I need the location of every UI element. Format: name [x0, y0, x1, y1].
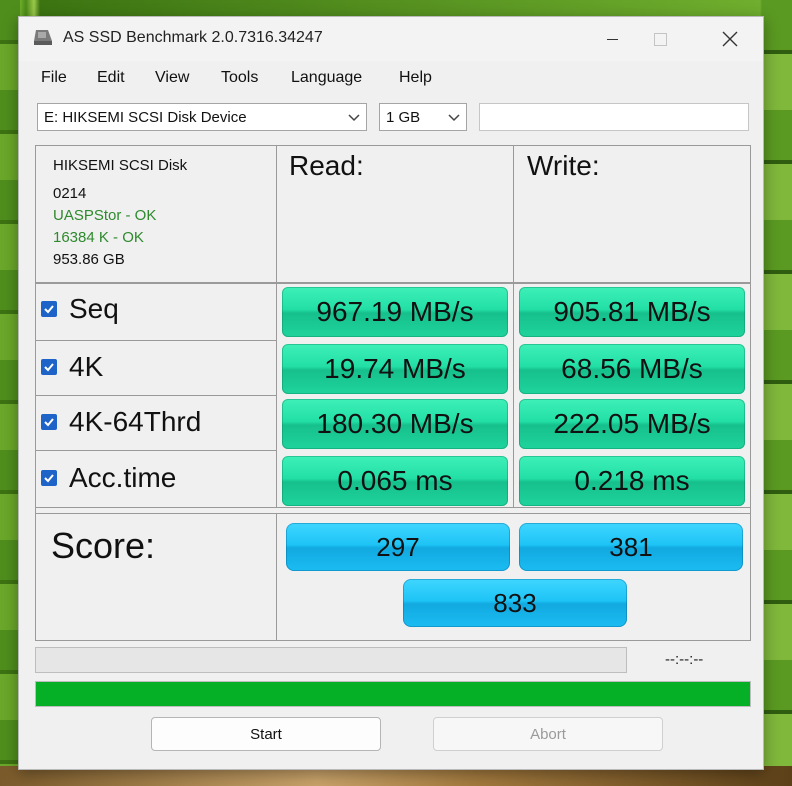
acc-time-read-result: 0.065 ms — [282, 456, 508, 506]
seq-read-result: 967.19 MB/s — [282, 287, 508, 337]
background-bamboo-left — [0, 0, 20, 786]
test-acc-time: Acc.time — [41, 462, 176, 494]
write-score: 381 — [519, 523, 743, 571]
start-button[interactable]: Start — [151, 717, 381, 751]
4k-write-result: 68.56 MB/s — [519, 344, 745, 394]
abort-button[interactable]: Abort — [433, 717, 663, 751]
close-icon — [722, 31, 738, 47]
size-select-value: 1 GB — [386, 109, 421, 126]
size-select[interactable]: 1 GB — [379, 103, 467, 131]
disk-app-icon — [34, 30, 52, 45]
acc-time-write-result: 0.218 ms — [519, 456, 745, 506]
minimize-button[interactable] — [589, 25, 635, 53]
menu-edit[interactable]: Edit — [97, 69, 125, 87]
read-header: Read: — [289, 150, 364, 181]
4k-64thrd-read-result: 180.30 MB/s — [282, 399, 508, 449]
test-4k: 4K — [41, 351, 103, 383]
disk-capacity: 953.86 GB — [53, 251, 125, 268]
checkmark-icon — [44, 363, 54, 372]
menu-file[interactable]: File — [41, 69, 67, 87]
4k-read-result: 19.74 MB/s — [282, 344, 508, 394]
disk-name: HIKSEMI SCSI Disk — [53, 157, 188, 174]
drive-select-value: E: HIKSEMI SCSI Disk Device — [44, 109, 247, 126]
checkmark-icon — [44, 305, 54, 314]
disk-firmware: 0214 — [53, 185, 87, 202]
4k-64thrd-checkbox[interactable] — [41, 414, 57, 430]
drive-select[interactable]: E: HIKSEMI SCSI Disk Device — [37, 103, 367, 131]
4k-label: 4K — [69, 351, 104, 382]
chevron-down-icon — [448, 114, 460, 122]
test-seq: Seq — [41, 293, 119, 325]
close-button[interactable] — [707, 25, 753, 53]
info-textbox[interactable] — [479, 103, 749, 131]
window-title: AS SSD Benchmark 2.0.7316.34247 — [63, 29, 323, 46]
checkmark-icon — [44, 474, 54, 483]
4k-64thrd-label: 4K-64Thrd — [69, 406, 202, 437]
disk-alignment-status: 16384 K - OK — [53, 229, 144, 246]
maximize-icon — [653, 32, 667, 46]
menu-tools[interactable]: Tools — [221, 69, 258, 87]
test-progress-bar — [35, 647, 627, 673]
maximize-button[interactable] — [637, 25, 683, 53]
chevron-down-icon — [348, 114, 360, 122]
menu-language[interactable]: Language — [291, 69, 362, 87]
overall-progress-bar — [35, 681, 751, 707]
menu-help[interactable]: Help — [399, 69, 432, 87]
overall-progress-fill — [36, 682, 750, 706]
disk-driver-status: UASPStor - OK — [53, 207, 157, 224]
checkmark-icon — [44, 418, 54, 427]
write-header: Write: — [527, 150, 600, 181]
minimize-icon — [606, 38, 618, 40]
acc-time-label: Acc.time — [69, 462, 177, 493]
4k-64thrd-write-result: 222.05 MB/s — [519, 399, 745, 449]
test-4k-64thrd: 4K-64Thrd — [41, 406, 201, 438]
read-score: 297 — [286, 523, 510, 571]
menu-bar: File Edit View Tools Language Help — [19, 61, 763, 91]
background-bamboo-right — [762, 0, 792, 786]
elapsed-time: --:--:-- — [665, 651, 704, 668]
app-window: AS SSD Benchmark 2.0.7316.34247 File Edi… — [18, 16, 764, 770]
disk-info: HIKSEMI SCSI Disk 0214 UASPStor - OK 163… — [53, 155, 187, 271]
seq-checkbox[interactable] — [41, 301, 57, 317]
title-bar[interactable]: AS SSD Benchmark 2.0.7316.34247 — [19, 17, 763, 61]
seq-label: Seq — [69, 293, 119, 324]
score-label: Score: — [51, 525, 156, 566]
total-score: 833 — [403, 579, 627, 627]
acc-time-checkbox[interactable] — [41, 470, 57, 486]
seq-write-result: 905.81 MB/s — [519, 287, 745, 337]
4k-checkbox[interactable] — [41, 359, 57, 375]
menu-view[interactable]: View — [155, 69, 189, 87]
